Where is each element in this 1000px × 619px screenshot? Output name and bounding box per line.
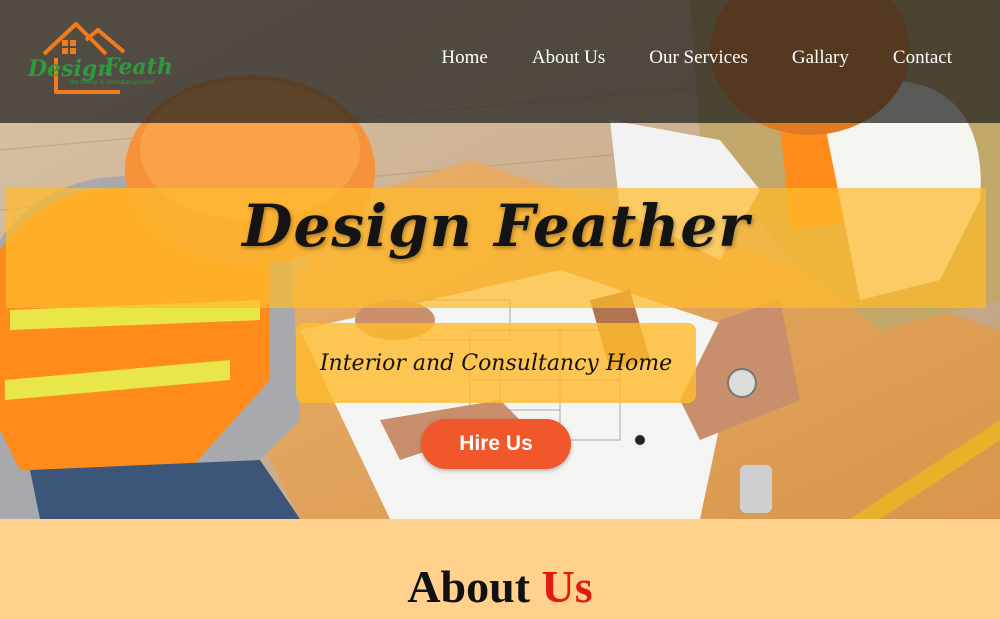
nav-link-about-us[interactable]: About Us [532,47,605,69]
hero-subtitle: Interior and Consultancy Home [319,350,673,376]
svg-text:Design: Design [27,56,113,82]
nav-link-home[interactable]: Home [441,47,487,69]
about-section: About Us [0,519,1000,619]
design-feather-logo[interactable]: Design Feather the interior & consultanc… [24,18,174,100]
hero-subtitle-box: Interior and Consultancy Home [296,323,696,403]
about-heading: About Us [0,559,1000,615]
top-navbar: Design Feather the interior & consultanc… [0,0,1000,123]
about-heading-accent: Us [541,561,593,612]
hire-us-button[interactable]: Hire Us [421,419,571,469]
hero-title-band: Design Feather [6,188,986,308]
nav-menu: Home About Us Our Services Gallary Conta… [441,47,952,69]
nav-link-gallary[interactable]: Gallary [792,47,849,69]
hero-title: Design Feather [242,191,750,260]
about-heading-main: About [407,561,531,612]
svg-text:Feather: Feather [103,54,174,80]
logo-tagline: the interior & consultancy home [70,80,155,86]
nav-link-our-services[interactable]: Our Services [649,47,748,69]
nav-link-contact[interactable]: Contact [893,47,952,69]
hero-section: Design Feather the interior & consultanc… [0,0,1000,519]
